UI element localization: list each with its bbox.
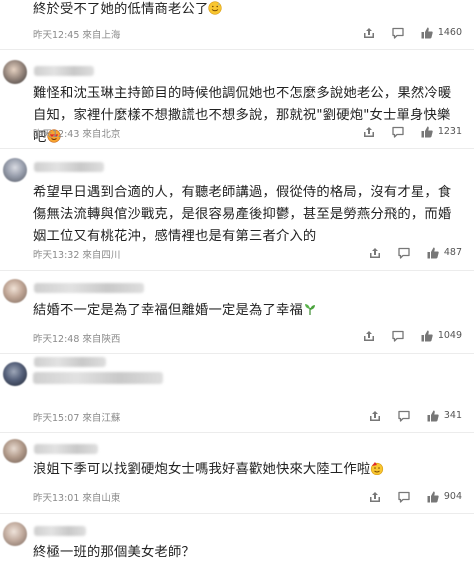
share-icon[interactable] [368, 489, 382, 503]
avatar[interactable] [3, 158, 27, 182]
comment-meta: 昨天12:45 來自上海 [33, 27, 123, 41]
share-icon[interactable] [362, 25, 376, 39]
thumbs-up-icon[interactable] [426, 408, 440, 422]
username-blurred[interactable] [34, 66, 94, 76]
like-count: 1231 [437, 125, 462, 137]
comment-location: 來自四川 [82, 250, 121, 261]
comment-actions: 487 [353, 245, 462, 259]
comment-actions: 904 [353, 489, 462, 503]
comment-text-blurred [33, 372, 163, 384]
comment-actions: 1231 [347, 124, 462, 138]
party-face-emoji [370, 461, 384, 483]
comment-icon[interactable] [391, 328, 405, 342]
username-blurred[interactable] [34, 526, 86, 536]
comment-text: 結婚不一定是為了幸福但離婚一定是為了幸福 [33, 300, 460, 324]
comment-text: 希望早日遇到合適的人，有聽老師講過，假從侍的格局，沒有才星，食傷無法流轉與倌沙戰… [33, 185, 452, 244]
thumbs-up-icon[interactable] [426, 489, 440, 503]
share-icon[interactable] [368, 245, 382, 259]
divider [0, 353, 474, 354]
comment-location: 來自陝西 [82, 334, 121, 345]
comment-text: 終於受不了她的低情商老公了 [33, 0, 460, 23]
comment-text: 難怪和沈玉琳主持節目的時候他調侃她也不怎麼多說她老公，果然冷暖自知，家裡什麼樣不… [33, 83, 460, 151]
comment-time: 昨天13:01 [33, 493, 80, 504]
username-blurred[interactable] [34, 444, 98, 454]
comment-location: 來自上海 [82, 30, 121, 41]
like-count: 487 [443, 246, 462, 258]
comment-icon[interactable] [397, 489, 411, 503]
like-count: 1049 [437, 329, 462, 341]
comment-icon[interactable] [391, 124, 405, 138]
comment-time: 昨天12:48 [33, 334, 80, 345]
comment-time: 昨天12:43 [33, 129, 80, 140]
comment-icon[interactable] [397, 408, 411, 422]
divider [0, 270, 474, 271]
username-blurred[interactable] [34, 162, 104, 172]
comment-meta: 昨天13:32 來自四川 [33, 247, 123, 261]
comment-actions: 1460 [347, 25, 462, 39]
avatar[interactable] [3, 60, 27, 84]
share-icon[interactable] [362, 328, 376, 342]
thumbs-up-icon[interactable] [420, 124, 434, 138]
avatar[interactable] [3, 439, 27, 463]
divider [0, 513, 474, 514]
comment-meta: 昨天12:48 來自陝西 [33, 331, 123, 345]
share-icon[interactable] [362, 124, 376, 138]
comment-actions: 341 [353, 408, 462, 422]
comment-meta: 昨天15:07 來自江蘇 [33, 410, 123, 424]
thumbs-up-icon[interactable] [426, 245, 440, 259]
divider [0, 432, 474, 433]
comment-location: 來自江蘇 [82, 413, 121, 424]
avatar[interactable] [3, 279, 27, 303]
sweat-smile-emoji [208, 1, 223, 23]
comment-location: 來自北京 [82, 129, 121, 140]
comment-time: 昨天12:45 [33, 30, 80, 41]
like-count: 1460 [437, 26, 462, 38]
comment-text: 終極一班的那個美女老師？ [33, 545, 195, 560]
comment-icon[interactable] [397, 245, 411, 259]
avatar[interactable] [3, 362, 27, 386]
divider [0, 148, 474, 149]
avatar[interactable] [3, 522, 27, 546]
comment-text: 浪姐下季可以找劉硬炮女士嗎我好喜歡她快來大陸工作啦 [33, 459, 460, 483]
share-icon[interactable] [368, 408, 382, 422]
username-blurred[interactable] [34, 283, 144, 293]
comment-location: 來自山東 [82, 493, 121, 504]
username-blurred[interactable] [34, 357, 106, 367]
comment-time: 昨天15:07 [33, 413, 80, 424]
like-count: 341 [443, 409, 462, 421]
comment-actions: 1049 [347, 328, 462, 342]
comment-time: 昨天13:32 [33, 250, 80, 261]
like-count: 904 [443, 490, 462, 502]
thumbs-up-icon[interactable] [420, 328, 434, 342]
thumbs-up-icon[interactable] [420, 25, 434, 39]
comment-meta: 昨天12:43 來自北京 [33, 126, 123, 140]
comment-meta: 昨天13:01 來自山東 [33, 490, 123, 504]
divider [0, 49, 474, 50]
plant-emoji [303, 302, 317, 324]
comment-icon[interactable] [391, 25, 405, 39]
